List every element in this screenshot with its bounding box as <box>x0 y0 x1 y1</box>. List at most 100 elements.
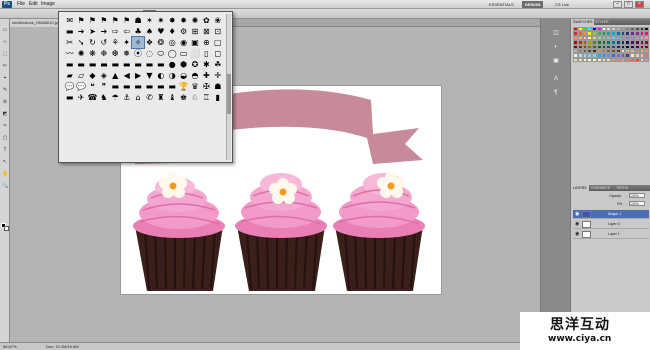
eye-icon[interactable]: ◉ <box>575 232 580 237</box>
shape-cell[interactable]: ▬ <box>64 59 75 70</box>
shape-cell[interactable]: ♦ <box>167 26 178 37</box>
shape-cell[interactable]: ➘ <box>75 37 86 48</box>
shape-cell[interactable]: ● <box>167 59 178 70</box>
zoom-tool-icon[interactable]: 🔍 <box>2 183 8 189</box>
shape-cell[interactable]: ⚑ <box>110 15 121 26</box>
shape-cell[interactable]: ⇦ <box>121 26 132 37</box>
shape-cell[interactable]: ⬜ <box>189 48 200 59</box>
shape-cell[interactable]: ⌂ <box>132 92 143 103</box>
fill-field[interactable]: 100% <box>629 201 645 206</box>
shape-cell[interactable]: ✺ <box>189 15 200 26</box>
shape-cell[interactable]: 💬 <box>64 81 75 92</box>
shape-cell[interactable]: ♜ <box>155 92 166 103</box>
eye-icon[interactable]: ◉ <box>575 212 580 217</box>
marquee-tool-icon[interactable]: ▭ <box>2 27 8 33</box>
background-color-swatch[interactable] <box>4 226 9 231</box>
shape-cell[interactable]: ◀ <box>121 70 132 81</box>
crop-tool-icon[interactable]: ✄ <box>2 63 8 69</box>
shape-cell[interactable]: ▬ <box>98 59 109 70</box>
tab-styles[interactable]: STYLES <box>593 19 610 25</box>
shape-cell[interactable]: ▬ <box>132 81 143 92</box>
shape-cell[interactable]: ▼ <box>144 70 155 81</box>
tab-paths[interactable]: PATHS <box>615 185 630 191</box>
shape-cell[interactable]: ▬ <box>144 59 155 70</box>
shape-cell[interactable]: ▬ <box>87 59 98 70</box>
shape-cell[interactable]: ⇨ <box>110 26 121 37</box>
character-panel-icon[interactable]: A <box>549 75 563 84</box>
shape-cell[interactable]: ✛ <box>212 70 223 81</box>
shape-tool-icon[interactable]: ▢ <box>2 135 8 141</box>
shape-cell[interactable]: ▶ <box>132 70 143 81</box>
shape-cell[interactable]: ↺ <box>98 37 109 48</box>
shape-cell[interactable]: ⊠ <box>201 26 212 37</box>
shape-cell[interactable]: ✶ <box>144 15 155 26</box>
shape-cell[interactable]: ⚑ <box>75 15 86 26</box>
shape-cell[interactable]: ▭ <box>178 48 189 59</box>
shape-cell[interactable]: ✱ <box>201 59 212 70</box>
shape-cell[interactable]: ♣ <box>132 26 143 37</box>
shape-cell[interactable]: ❅ <box>121 48 132 59</box>
shape-cell[interactable]: ♚ <box>178 92 189 103</box>
shape-cell[interactable]: ▬ <box>110 81 121 92</box>
shape-cell[interactable]: ☘ <box>212 59 223 70</box>
menu-edit[interactable]: Edit <box>29 1 38 8</box>
shape-cell[interactable]: ◯ <box>167 48 178 59</box>
close-button[interactable]: × <box>635 1 644 8</box>
shape-cell[interactable]: ▬ <box>155 59 166 70</box>
shape-cell[interactable]: ▮ <box>212 92 223 103</box>
shape-cell[interactable]: ◎ <box>167 37 178 48</box>
shape-cell[interactable]: ✦ <box>121 37 132 48</box>
shape-cell[interactable]: 💬 <box>75 81 86 92</box>
shape-cell[interactable]: ❖ <box>144 37 155 48</box>
shape-cell[interactable]: ☗ <box>132 15 143 26</box>
shape-cell[interactable]: ✈ <box>75 92 86 103</box>
shape-cell[interactable]: ✉ <box>64 15 75 26</box>
tab-channels[interactable]: CHANNELS <box>589 185 612 191</box>
layer-row-layer-1[interactable]: ◉ Layer 1 <box>573 230 649 239</box>
shape-cell[interactable]: ⚑ <box>121 15 132 26</box>
shape-cell[interactable]: ✚ <box>201 70 212 81</box>
shape-cell[interactable]: ⬢ <box>178 59 189 70</box>
shape-cell[interactable]: ▣ <box>189 37 200 48</box>
tab-swatches[interactable]: SWATCHES <box>571 19 595 25</box>
shape-cell[interactable]: ⚑ <box>98 15 109 26</box>
workspace-essentials[interactable]: ESSENTIALS <box>486 1 517 8</box>
shape-cell[interactable]: ⚓ <box>121 92 132 103</box>
shape-cell[interactable]: ❞ <box>98 81 109 92</box>
shape-cell[interactable]: ⚑ <box>87 15 98 26</box>
shape-cell[interactable]: ❀ <box>212 15 223 26</box>
shape-cell[interactable]: ◻ <box>212 48 223 59</box>
document-tab[interactable]: shutterstock_19686010.jpg @ 66.7% (Shape… <box>10 19 60 27</box>
picker-scrollbar[interactable] <box>226 14 231 160</box>
shape-cell[interactable]: ▬ <box>132 59 143 70</box>
move-tool-icon[interactable]: ⊹ <box>2 39 8 45</box>
shape-cell[interactable]: ♝ <box>167 92 178 103</box>
shape-cell[interactable]: ⚙ <box>178 26 189 37</box>
path-select-tool-icon[interactable]: ↖ <box>2 159 8 165</box>
shape-cell[interactable]: ✧ <box>131 36 145 49</box>
adjustments-panel-icon[interactable]: ◐ <box>549 43 563 52</box>
menu-image[interactable]: Image <box>41 1 55 8</box>
workspace-design[interactable]: DESIGN <box>522 1 544 8</box>
eraser-tool-icon[interactable]: ⊘ <box>2 99 8 105</box>
shape-cell[interactable]: ⊡ <box>212 26 223 37</box>
shape-cell[interactable]: ◈ <box>98 70 109 81</box>
eye-icon[interactable]: ◉ <box>575 222 580 227</box>
shape-cell[interactable]: ▬ <box>75 59 86 70</box>
shape-cell[interactable]: ◐ <box>155 70 166 81</box>
shape-cell[interactable]: ✷ <box>155 15 166 26</box>
shape-cell[interactable]: ▬ <box>64 92 75 103</box>
layer-row-layer-0[interactable]: ◉ Layer 0 <box>573 220 649 229</box>
shape-cell[interactable]: ▬ <box>167 81 178 92</box>
shape-cell[interactable]: 〰 <box>64 48 75 59</box>
workspace-cs-live[interactable]: CS Live <box>552 1 572 8</box>
masks-panel-icon[interactable]: ▣ <box>549 57 563 66</box>
paragraph-panel-icon[interactable]: ¶ <box>549 89 563 98</box>
shape-cell[interactable]: ◒ <box>178 70 189 81</box>
shape-cell[interactable]: ☗ <box>212 81 223 92</box>
shape-cell[interactable]: ♖ <box>201 92 212 103</box>
shape-cell[interactable]: ♞ <box>98 92 109 103</box>
shape-cell[interactable]: ⊞ <box>189 26 200 37</box>
shape-cell[interactable]: ✂ <box>64 37 75 48</box>
shape-cell[interactable]: ▲ <box>110 70 121 81</box>
